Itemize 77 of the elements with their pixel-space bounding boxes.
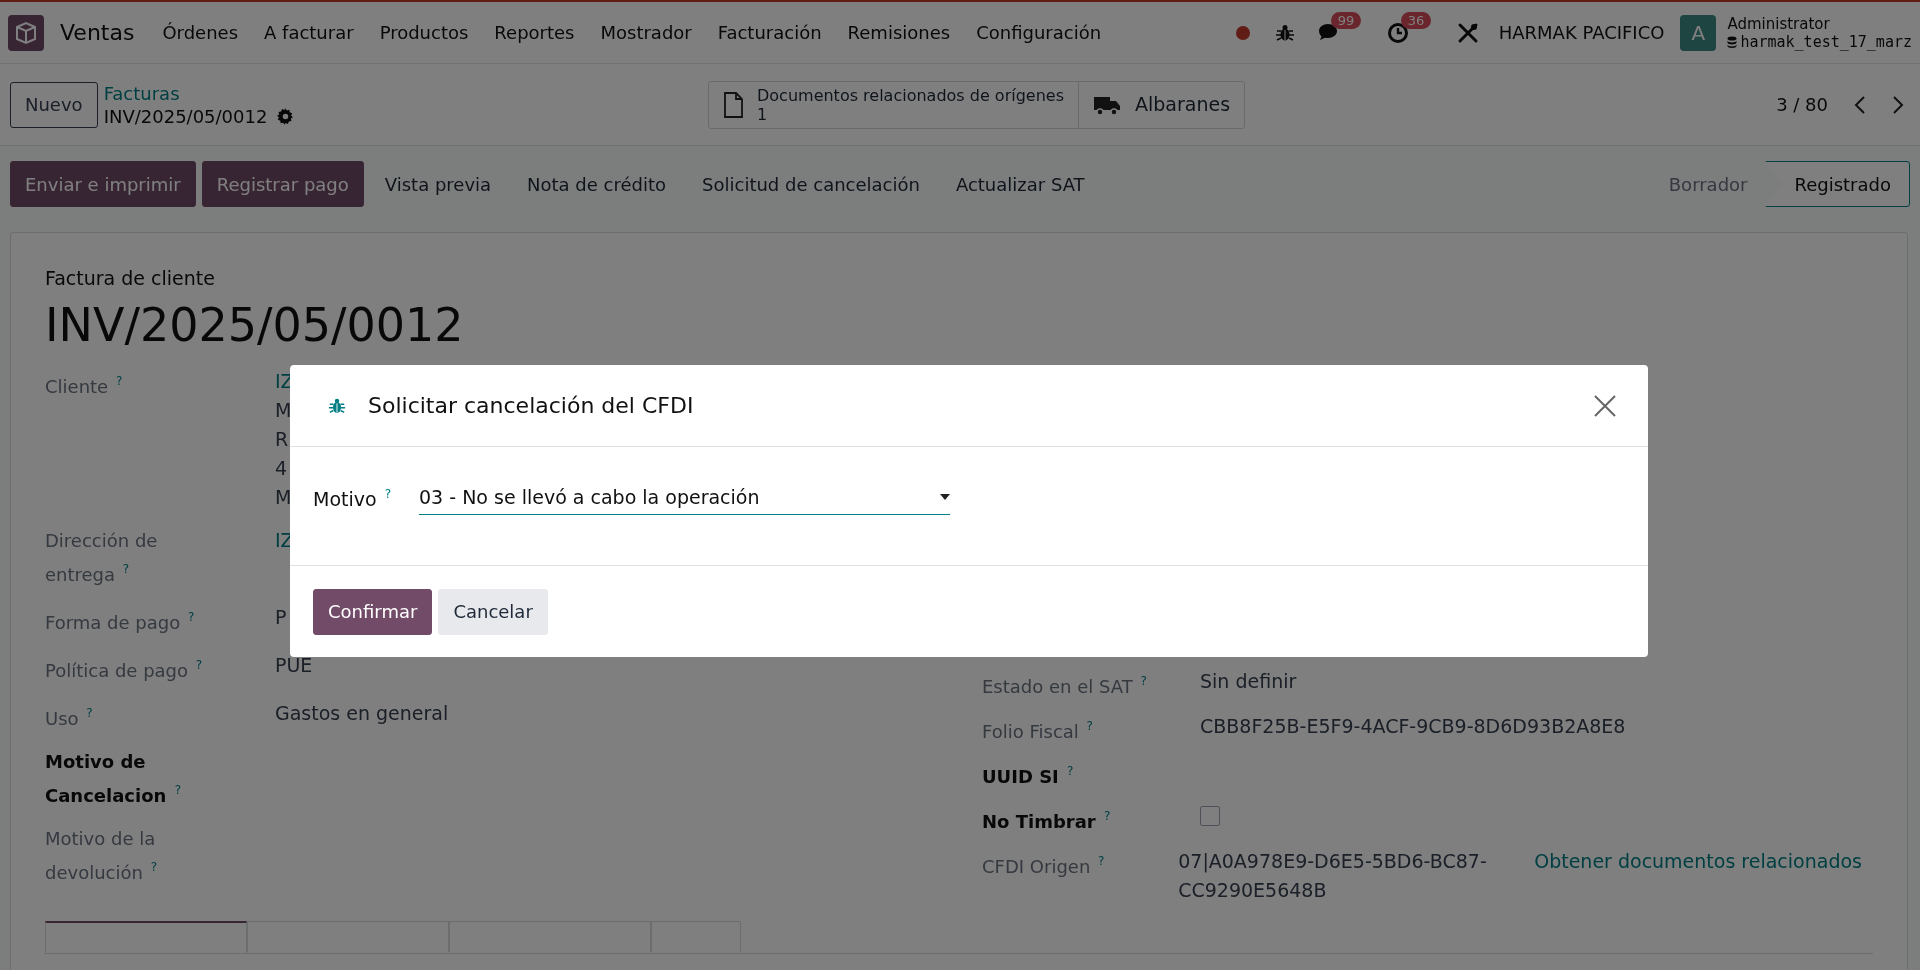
field-label: Forma de pago $^{?}$ [45, 609, 196, 635]
checkbox[interactable] [1200, 806, 1220, 826]
field-value: P [275, 605, 287, 630]
action-button[interactable]: Vista previa [369, 161, 507, 207]
action-button[interactable]: Solicitud de cancelación [687, 161, 935, 207]
company-switcher[interactable]: HARMAK PACIFICO [1498, 22, 1665, 43]
chevron-left-icon[interactable] [1854, 94, 1866, 115]
app-name[interactable]: Ventas [60, 20, 135, 45]
pager-counter[interactable]: 3 / 80 [1776, 94, 1828, 115]
user-name[interactable]: Administrator [1727, 14, 1912, 33]
action-button[interactable]: Enviar e imprimir [10, 161, 196, 207]
field-label: Uso $^{?}$ [45, 705, 94, 731]
field-value: R [275, 427, 290, 452]
field-value: 4 [275, 456, 289, 481]
document-type: Factura de cliente [45, 267, 216, 289]
field-label: No Timbrar $^{?}$ [982, 808, 1112, 834]
record-name: INV/2025/05/0012 [103, 104, 268, 128]
field-value: M [275, 398, 293, 423]
document-icon [723, 91, 743, 118]
field-label: Cliente $^{?}$ [45, 373, 124, 399]
field-label: Motivo $^{?}$ [313, 486, 392, 510]
settings-icon[interactable] [277, 107, 295, 125]
action-button[interactable]: Actualizar SAT [940, 161, 1100, 207]
field-label: UUID SI $^{?}$ [982, 763, 1075, 789]
record-dot-icon[interactable] [1234, 24, 1251, 41]
action-button[interactable]: Registrar pago [201, 161, 364, 207]
field-label: CFDI Origen $^{?}$ [982, 853, 1106, 879]
dialog-title: Solicitar cancelación del CFDI [368, 393, 694, 418]
invoice-number: INV/2025/05/0012 [45, 297, 465, 354]
field-value: Gastos en general [275, 701, 449, 726]
chevron-right-icon[interactable] [1892, 94, 1904, 115]
field-label: Motivo de la devolución $^{?}$ [45, 827, 158, 885]
menu-item[interactable]: A facturar [264, 22, 354, 43]
smart-button-label: Albaranes [1135, 95, 1231, 114]
clock-icon[interactable] [1386, 21, 1409, 44]
field-value: PUE [275, 653, 313, 678]
user-avatar[interactable]: A [1680, 14, 1717, 51]
new-button[interactable]: Nuevo [10, 81, 98, 128]
notebook-tab[interactable] [45, 921, 247, 953]
field-value: 07|A0A978E9-D6E5-5BD6-BC87-CC9290E5648B [1178, 849, 1488, 903]
box-icon[interactable] [8, 14, 44, 51]
menu-item[interactable]: Configuración [976, 22, 1102, 43]
field-value: Sin definir [1200, 669, 1297, 694]
bug-icon [328, 396, 346, 415]
reason-select[interactable]: 03 - No se llevó a cabo la operación [419, 481, 951, 515]
smart-button[interactable]: Documentos relacionados de orígenes 1 [709, 81, 1079, 128]
smart-button-label: Documentos relacionados de orígenes [757, 85, 1064, 105]
menu-item[interactable]: Mostrador [600, 22, 692, 43]
database-icon [1727, 35, 1738, 48]
bug-icon[interactable] [1274, 22, 1295, 43]
menu-item[interactable]: Facturación [717, 22, 822, 43]
notification-badge: 99 [1330, 11, 1362, 29]
status-stage[interactable]: Registrado [1765, 161, 1910, 207]
smart-button[interactable]: Albaranes [1079, 81, 1245, 128]
field-label: Dirección de entrega $^{?}$ [45, 529, 159, 587]
database-name: harmak_test_17_marz [1740, 32, 1912, 51]
menu-item[interactable]: Remisiones [847, 22, 951, 43]
field-value: M [275, 485, 293, 510]
menu-item[interactable]: Órdenes [162, 22, 238, 43]
menu-item[interactable]: Reportes [494, 22, 575, 43]
field-label: Folio Fiscal $^{?}$ [982, 718, 1094, 744]
field-value: CBB8F25B-E5F9-4ACF-9CB9-8D6D93B2A8E8 [1200, 714, 1626, 739]
caret-icon [940, 493, 951, 500]
action-button[interactable]: Nota de crédito [512, 161, 682, 207]
field-label: Política de pago $^{?}$ [45, 657, 204, 683]
notification-badge: 36 [1400, 11, 1432, 29]
status-stage[interactable]: Borrador [1640, 161, 1766, 207]
close-icon[interactable] [1594, 394, 1616, 417]
dialog-button[interactable]: Confirmar [313, 588, 433, 635]
dialog-button[interactable]: Cancelar [438, 588, 548, 635]
smart-button-count: 1 [757, 104, 769, 124]
field-label: Motivo de Cancelacion $^{?}$ [45, 750, 183, 808]
action-link[interactable]: Obtener documentos relacionados [1534, 847, 1862, 905]
tools-icon[interactable] [1456, 21, 1479, 44]
field-label: Estado en el SAT $^{?}$ [982, 673, 1148, 699]
menu-item[interactable]: Productos [379, 22, 469, 43]
breadcrumb-link[interactable]: Facturas [103, 81, 295, 105]
